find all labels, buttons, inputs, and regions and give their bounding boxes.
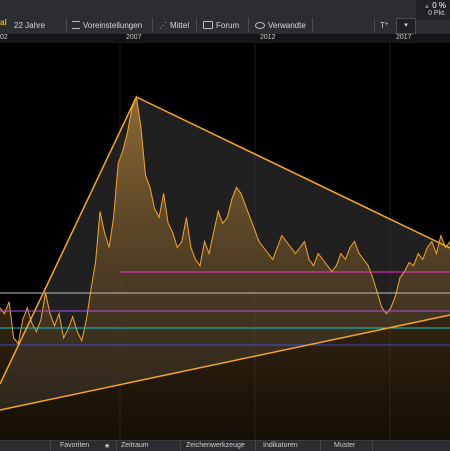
change-percent-value: 0 % xyxy=(432,1,446,10)
related-button[interactable]: Verwandte xyxy=(255,18,306,32)
eye-icon xyxy=(255,21,265,29)
change-points: 0 Pkt. xyxy=(428,10,446,17)
presets-button[interactable]: Voreinstellungen xyxy=(72,18,142,32)
average-icon: ⋰ xyxy=(159,20,167,30)
sliders-icon xyxy=(72,21,80,29)
toolbar-divider xyxy=(66,18,67,32)
star-icon[interactable]: ★ xyxy=(104,442,110,450)
toolbar-divider xyxy=(374,18,375,32)
timeframe-label: 22 Jahre xyxy=(14,20,46,30)
year-label: 2007 xyxy=(126,34,142,41)
top-toolbar: al 22 Jahre Voreinstellungen ⋰ Mittel Fo… xyxy=(0,0,450,35)
favorites-tab[interactable]: Favoriten xyxy=(60,442,89,449)
forum-button[interactable]: Forum xyxy=(203,18,239,32)
text-size-button[interactable]: T + xyxy=(380,18,388,32)
forum-label: Forum xyxy=(216,20,240,30)
toolbar-divider xyxy=(152,18,153,32)
toolbar-divider xyxy=(312,18,313,32)
year-label: 02 xyxy=(0,34,8,41)
year-label: 2012 xyxy=(260,34,276,41)
related-label: Verwandte xyxy=(268,20,306,30)
toolbar-divider xyxy=(248,18,249,32)
change-percent: ▲ 0 % xyxy=(424,1,446,10)
year-label: 2017 xyxy=(396,34,412,41)
instrument-label: al xyxy=(0,18,7,27)
dropdown-button[interactable]: ▾ xyxy=(396,18,416,34)
chevron-down-icon: ▾ xyxy=(404,22,408,29)
toolbar-divider xyxy=(196,18,197,32)
presets-label: Voreinstellungen xyxy=(83,20,143,30)
timeframe-tab[interactable]: Zeitraum xyxy=(121,442,149,449)
average-button[interactable]: ⋰ Mittel xyxy=(159,18,189,32)
time-axis xyxy=(0,34,450,43)
text-size-plus: + xyxy=(384,22,389,28)
patterns-tab[interactable]: Muster xyxy=(334,442,355,449)
chat-bubble-icon xyxy=(203,21,213,29)
price-chart[interactable] xyxy=(0,43,450,440)
bottom-toolbar: Favoriten ★ Zeitraum Zeichenwerkzeuge In… xyxy=(0,440,450,451)
indicators-tab[interactable]: Indikatoren xyxy=(263,442,298,449)
timeframe-button[interactable]: 22 Jahre xyxy=(14,18,45,32)
drawing-tools-tab[interactable]: Zeichenwerkzeuge xyxy=(186,442,245,449)
change-readout: ▲ 0 % 0 Pkt. xyxy=(416,0,450,20)
average-label: Mittel xyxy=(170,20,190,30)
